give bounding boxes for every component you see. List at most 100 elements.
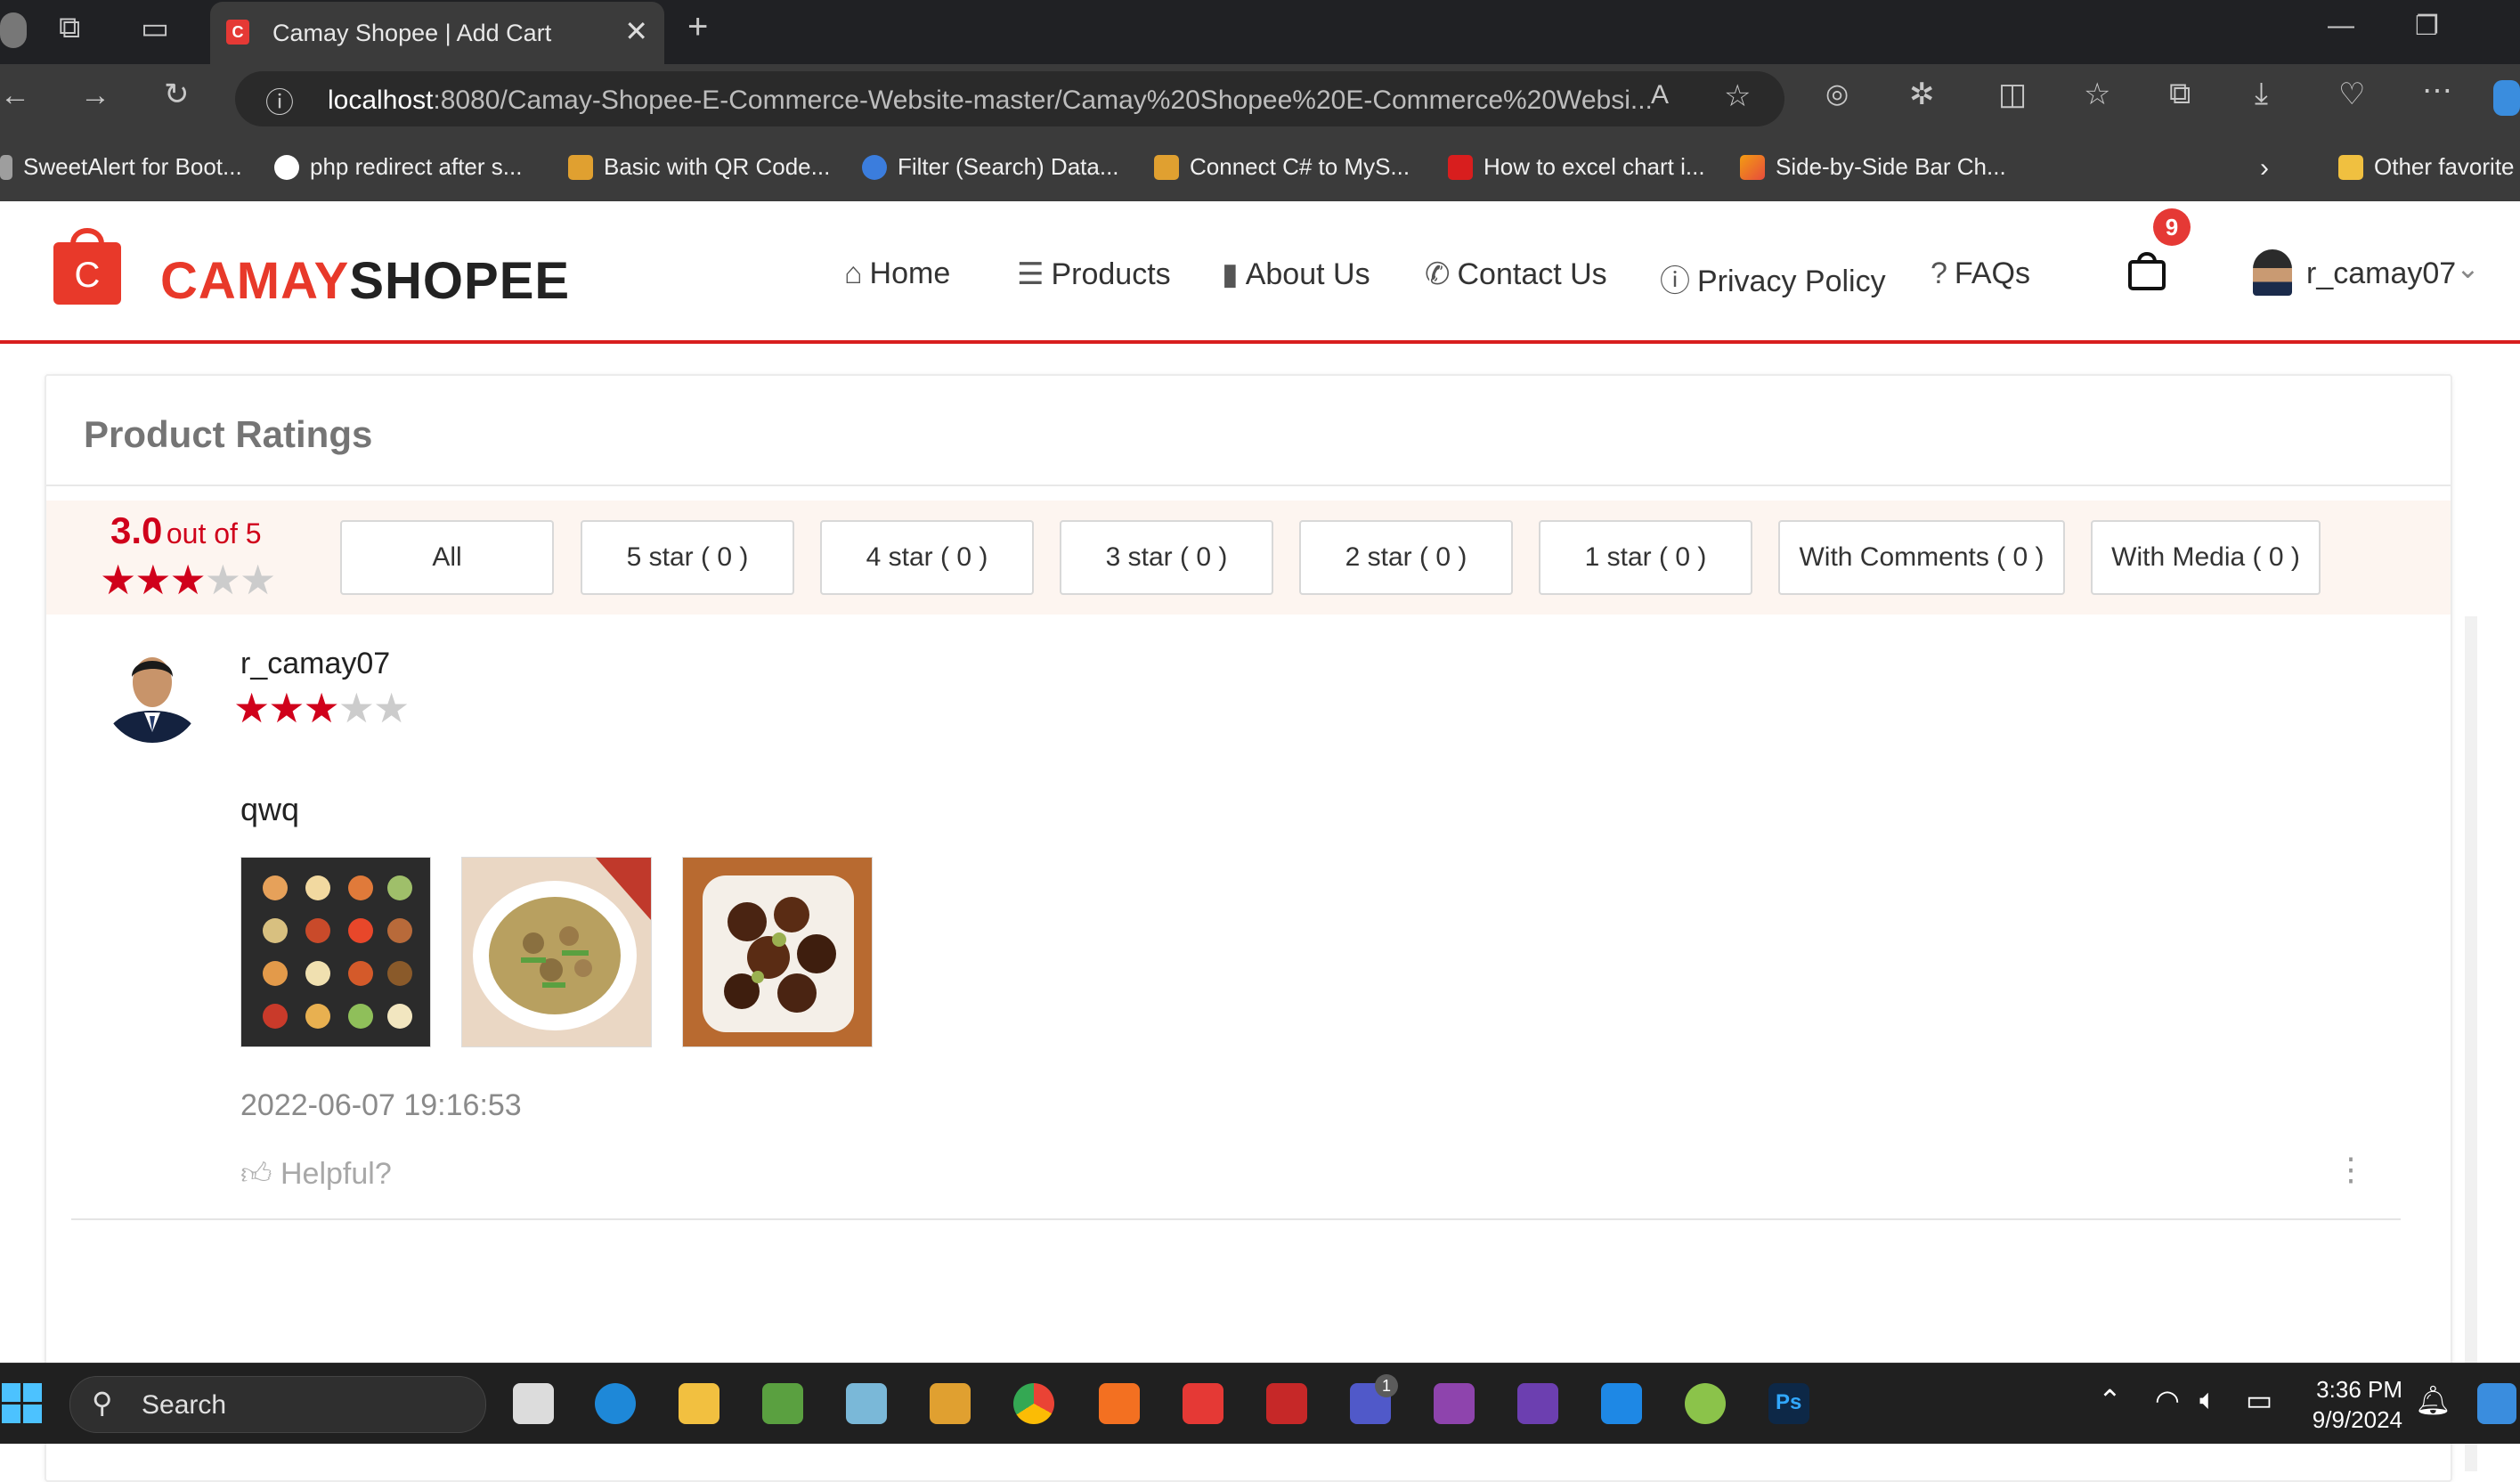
minimize-icon[interactable]: — — [2328, 11, 2354, 41]
taskbar-search[interactable]: ⚲ Search — [69, 1376, 486, 1433]
user-avatar[interactable] — [2253, 249, 2292, 296]
bookmark-item[interactable]: Side-by-Side Bar Ch... — [1740, 153, 2006, 181]
question-icon: ? — [1931, 256, 1947, 290]
tray-overflow-icon[interactable]: ⌃ — [2098, 1383, 2122, 1417]
bookmark-favicon-icon — [0, 155, 12, 180]
file-explorer-icon[interactable] — [679, 1383, 719, 1424]
scrollbar[interactable] — [2465, 616, 2477, 1471]
bookmark-icon: ▮ — [1222, 257, 1239, 291]
teams-icon[interactable]: 1 — [1350, 1374, 1398, 1424]
star-icon: ★ — [233, 685, 270, 731]
bookmark-item[interactable]: php redirect after s... — [274, 153, 522, 181]
filter-4-star-button[interactable]: 4 star ( 0 ) — [820, 520, 1034, 595]
filter-5-star-button[interactable]: 5 star ( 0 ) — [581, 520, 794, 595]
photoshop-icon[interactable]: Ps — [1768, 1383, 1809, 1424]
volume-icon[interactable]: 🔈︎ — [2199, 1383, 2216, 1417]
nav-faqs[interactable]: ? FAQs — [1931, 256, 2030, 291]
filter-all-button[interactable]: All — [340, 520, 554, 595]
profile-avatar[interactable] — [0, 12, 27, 48]
windows-start-icon[interactable] — [2, 1383, 43, 1424]
review-photo[interactable] — [240, 857, 431, 1047]
shopee-logo-icon[interactable]: C — [52, 217, 123, 306]
notifications-icon[interactable]: 🔔︎ — [2415, 1383, 2451, 1417]
filter-3-star-button[interactable]: 3 star ( 0 ) — [1060, 520, 1273, 595]
bookmark-item[interactable]: Filter (Search) Data... — [862, 153, 1119, 181]
user-menu-name[interactable]: r_camay07 — [2306, 256, 2456, 291]
bookmark-item[interactable]: Basic with QR Code... — [568, 153, 830, 181]
filter-2-star-button[interactable]: 2 star ( 0 ) — [1299, 520, 1513, 595]
new-tab-icon[interactable]: + — [687, 7, 708, 47]
folder-icon — [2338, 155, 2363, 180]
bookmark-favicon-icon — [1154, 155, 1179, 180]
back-icon[interactable]: ← — [0, 78, 30, 113]
star-icon: ★ — [240, 557, 276, 603]
more-options-icon[interactable]: ⋮ — [2335, 1151, 2367, 1188]
chrome-icon[interactable] — [1013, 1383, 1054, 1424]
read-aloud-icon[interactable]: A — [1651, 80, 1669, 110]
favorite-star-icon[interactable]: ☆ — [1724, 78, 1751, 114]
anydesk-icon[interactable] — [1183, 1383, 1223, 1424]
collections-icon[interactable]: ⧉ — [2169, 77, 2191, 111]
visual-studio-icon[interactable] — [1434, 1383, 1475, 1424]
review-photo[interactable] — [461, 857, 652, 1047]
nav-products[interactable]: ☰ Products — [1017, 256, 1171, 292]
star-icon: ★ — [303, 685, 340, 731]
vscode-icon[interactable] — [1601, 1383, 1642, 1424]
brand-name[interactable]: CAMAYSHOPEE — [160, 251, 570, 311]
tab-active[interactable]: C Camay Shopee | Add Cart ✕ — [210, 2, 664, 64]
edge-icon[interactable] — [595, 1383, 636, 1424]
nav-home[interactable]: ⌂ Home — [844, 256, 950, 291]
task-view-icon[interactable] — [513, 1383, 554, 1424]
favorites-icon[interactable]: ☆ — [2084, 77, 2110, 112]
product-ratings-card: Product Ratings 3.0 out of 5 ★★★★★ All 5… — [45, 374, 2477, 1482]
review-stars: ★★★★★ — [233, 684, 410, 732]
more-bookmarks-icon[interactable]: › — [2260, 153, 2269, 183]
extensions-icon[interactable]: ✲ — [1909, 77, 1935, 112]
nav-contact-us[interactable]: ✆ Contact Us — [1425, 256, 1607, 292]
nav-about-us[interactable]: ▮ About Us — [1222, 256, 1370, 292]
battery-icon[interactable]: ▭ — [2246, 1383, 2272, 1417]
tab-actions-icon[interactable]: ▭ — [141, 11, 169, 46]
average-score: 3.0 out of 5 — [110, 509, 262, 551]
search-icon: ⚲ — [92, 1387, 113, 1419]
visual-studio-icon[interactable] — [1517, 1383, 1558, 1424]
shopping-bag-icon[interactable] — [2126, 248, 2167, 292]
url-text[interactable]: localhost:8080/Camay-Shopee-E-Commerce-W… — [328, 86, 1653, 116]
site-info-icon[interactable]: ⓘ — [265, 80, 294, 121]
bookmark-item[interactable]: How to excel chart i... — [1448, 153, 1705, 181]
filter-with-comments-button[interactable]: With Comments ( 0 ) — [1778, 520, 2065, 595]
bookmark-item[interactable]: SweetAlert for Boot... — [0, 153, 242, 181]
favorites-bar: SweetAlert for Boot... php redirect afte… — [0, 135, 2520, 202]
download-icon[interactable]: ⤓ — [2255, 77, 2268, 111]
wifi-icon[interactable]: ◠ — [2155, 1383, 2180, 1417]
edge-copilot-icon[interactable] — [2493, 80, 2520, 116]
xampp-icon[interactable] — [1099, 1383, 1140, 1424]
chevron-down-icon[interactable]: ⌄ — [2456, 251, 2480, 285]
nav-privacy-policy[interactable]: ⓘ Privacy Policy — [1660, 256, 1886, 300]
taskbar-clock[interactable]: 3:36 PM 9/9/2024 — [2305, 1374, 2402, 1435]
workspaces-icon[interactable]: ⧉ — [59, 11, 80, 45]
filter-with-media-button[interactable]: With Media ( 0 ) — [2091, 520, 2321, 595]
split-screen-icon[interactable]: ◫ — [1998, 77, 2027, 112]
review-photo[interactable] — [682, 857, 873, 1047]
forward-icon[interactable]: → — [80, 78, 110, 113]
bookmark-favicon-icon — [862, 155, 887, 180]
copilot-icon[interactable]: ◎ — [1825, 78, 1849, 110]
app-icon[interactable] — [846, 1383, 887, 1424]
address-bar[interactable]: ⓘ localhost:8080/Camay-Shopee-E-Commerce… — [235, 71, 1784, 126]
restore-icon[interactable]: ❐ — [2415, 11, 2439, 42]
app-icon[interactable] — [930, 1383, 971, 1424]
copilot-icon[interactable] — [2477, 1383, 2516, 1424]
browser-essentials-icon[interactable]: ♡ — [2338, 77, 2365, 112]
more-icon[interactable]: ⋯ — [2422, 73, 2452, 109]
filezilla-icon[interactable] — [1266, 1383, 1307, 1424]
browser-tab-bar: ⧉ ▭ C Camay Shopee | Add Cart ✕ + — ❐ — [0, 0, 2520, 64]
app-icon[interactable] — [1685, 1383, 1726, 1424]
other-favorites-folder[interactable]: Other favorite — [2338, 153, 2515, 181]
notepad-icon[interactable] — [762, 1383, 803, 1424]
helpful-button[interactable]: 👍︎ Helpful? — [240, 1156, 392, 1193]
filter-1-star-button[interactable]: 1 star ( 0 ) — [1539, 520, 1752, 595]
tab-close-icon[interactable]: ✕ — [624, 14, 648, 48]
bookmark-item[interactable]: Connect C# to MyS... — [1154, 153, 1410, 181]
reload-icon[interactable]: ↻ — [164, 77, 190, 112]
